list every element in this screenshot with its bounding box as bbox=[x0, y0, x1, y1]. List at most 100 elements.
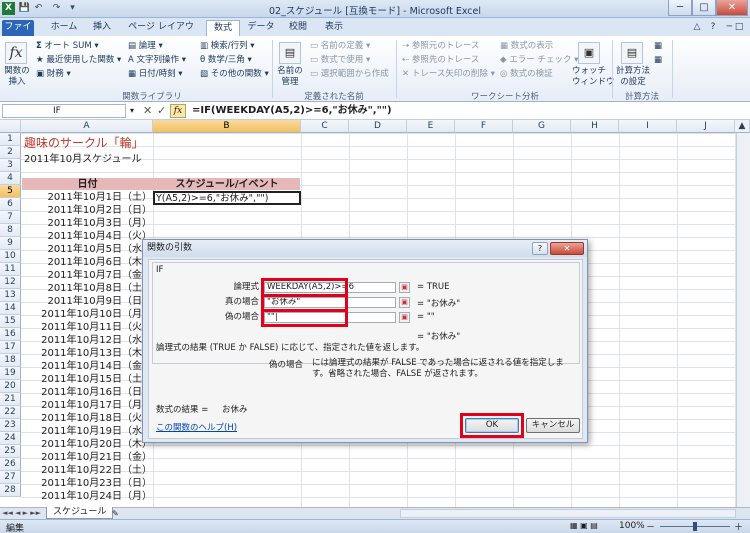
insert-function-button[interactable]: 関数の 挿入 bbox=[3, 66, 31, 88]
date-cell[interactable]: 2011年10月3日（月） bbox=[22, 217, 152, 230]
watch-window-button[interactable]: ウォッチ ウィンドウ bbox=[572, 66, 615, 88]
date-cell[interactable]: 2011年10月8日（土） bbox=[22, 282, 152, 295]
row-header[interactable]: 21 bbox=[0, 393, 21, 406]
logical-button[interactable]: ▤ 論理 ▾ bbox=[128, 41, 163, 52]
collapse-dialog-icon[interactable]: ▣ bbox=[399, 297, 410, 308]
lookup-button[interactable]: ▥ 検索/行列 ▾ bbox=[200, 41, 255, 52]
date-cell[interactable]: 2011年10月24日（月） bbox=[22, 490, 152, 503]
row-header[interactable]: 2 bbox=[0, 146, 21, 159]
cancel-button[interactable]: キャンセル bbox=[526, 418, 580, 433]
column-header-f[interactable]: F bbox=[455, 120, 513, 133]
row-header[interactable]: 9 bbox=[0, 237, 21, 250]
row-header[interactable]: 7 bbox=[0, 211, 21, 224]
date-cell[interactable]: 2011年10月14日（金） bbox=[22, 360, 152, 373]
confirm-entry-icon[interactable]: ✓ bbox=[157, 105, 166, 117]
date-cell[interactable]: 2011年10月10日（月） bbox=[22, 308, 152, 321]
tab-file[interactable]: ファイル bbox=[2, 20, 34, 47]
use-in-formula-button[interactable]: ▭ 数式で使用 ▾ bbox=[310, 55, 370, 66]
formula-input[interactable]: =IF(WEEKDAY(A5,2)>=6,"お休み","") bbox=[190, 104, 746, 118]
help-icon[interactable]: ? bbox=[706, 20, 720, 36]
function-help-link[interactable]: この関数のヘルプ(H) bbox=[156, 421, 237, 433]
row-header[interactable]: 12 bbox=[0, 276, 21, 289]
minimize-button[interactable]: ─ bbox=[668, 0, 692, 16]
zoom-slider-thumb[interactable] bbox=[693, 522, 697, 531]
fx-icon[interactable]: fx bbox=[170, 104, 186, 118]
calc-sheet-icon[interactable]: ▦ bbox=[654, 55, 662, 66]
date-cell[interactable]: 2011年10月5日（水） bbox=[22, 243, 152, 256]
date-cell[interactable]: 2011年10月19日（水） bbox=[22, 425, 152, 438]
tab-home[interactable]: ホーム bbox=[46, 20, 82, 36]
show-formulas-button[interactable]: ▦ 数式の表示 bbox=[500, 41, 553, 52]
math-button[interactable]: θ 数学/三角 ▾ bbox=[200, 55, 252, 66]
row-header[interactable]: 19 bbox=[0, 367, 21, 380]
date-cell[interactable]: 2011年10月22日（土） bbox=[22, 464, 152, 477]
date-cell[interactable]: 2011年10月7日（金） bbox=[22, 269, 152, 282]
row-header[interactable]: 11 bbox=[0, 263, 21, 276]
evaluate-formula-button[interactable]: ◎ 数式の検証 bbox=[500, 69, 553, 80]
collapse-dialog-icon[interactable]: ▣ bbox=[399, 282, 410, 293]
row-header[interactable]: 15 bbox=[0, 315, 21, 328]
date-cell[interactable]: 2011年10月2日（日） bbox=[22, 204, 152, 217]
row-header[interactable]: 18 bbox=[0, 354, 21, 367]
workbook-controls[interactable]: ─ □ ✕ bbox=[722, 20, 748, 47]
select-all-corner[interactable] bbox=[0, 120, 21, 133]
calc-options-icon[interactable]: ▤ bbox=[621, 42, 643, 64]
view-buttons[interactable]: ▦ ▣ ▤ bbox=[570, 521, 598, 530]
other-functions-button[interactable]: ▧ その他の関数 ▾ bbox=[200, 69, 269, 80]
zoom-in-button[interactable]: ＋ bbox=[734, 520, 743, 533]
column-header-b[interactable]: B bbox=[153, 120, 301, 133]
row-header[interactable]: 14 bbox=[0, 302, 21, 315]
text-button[interactable]: A 文字列操作 ▾ bbox=[128, 55, 186, 66]
column-header-j[interactable]: J bbox=[677, 120, 735, 133]
name-manager-button[interactable]: 名前の 管理 bbox=[276, 66, 304, 88]
collapse-ribbon-icon[interactable]: △ bbox=[690, 20, 704, 36]
date-cell[interactable]: 2011年10月23日（日） bbox=[22, 477, 152, 490]
row-header[interactable]: 22 bbox=[0, 406, 21, 419]
column-header-a[interactable]: A bbox=[21, 120, 153, 133]
collapse-dialog-icon[interactable]: ▣ bbox=[399, 312, 410, 323]
vertical-scroll-up-icon[interactable]: ▲ bbox=[735, 120, 750, 133]
row-header[interactable]: 10 bbox=[0, 250, 21, 263]
date-cell[interactable]: 2011年10月20日（木） bbox=[22, 438, 152, 451]
header-date[interactable]: 日付 bbox=[22, 178, 153, 191]
zoom-out-button[interactable]: － bbox=[646, 520, 655, 533]
sheet-nav-icons[interactable]: ◄◄ ◄ ► ►► bbox=[2, 508, 41, 519]
tab-review[interactable]: 校閲 bbox=[284, 20, 312, 36]
name-box-dropdown-icon[interactable]: ▾ bbox=[126, 104, 138, 118]
close-button[interactable]: ✕ bbox=[716, 0, 748, 16]
sheet-subtitle[interactable]: 2011年10月スケジュール bbox=[24, 153, 141, 166]
row-header[interactable]: 8 bbox=[0, 224, 21, 237]
row-header[interactable]: 24 bbox=[0, 432, 21, 445]
column-header-i[interactable]: I bbox=[619, 120, 677, 133]
vertical-scrollbar[interactable] bbox=[736, 133, 750, 508]
row-header[interactable]: 28 bbox=[0, 484, 21, 497]
column-header-d[interactable]: D bbox=[349, 120, 407, 133]
column-header-g[interactable]: G bbox=[513, 120, 571, 133]
tab-formulas[interactable]: 数式 bbox=[206, 20, 240, 36]
trace-precedents-button[interactable]: ⇢ 参照元のトレース bbox=[402, 41, 479, 52]
horizontal-scrollbar[interactable] bbox=[400, 509, 736, 518]
tab-insert[interactable]: 挿入 bbox=[88, 20, 116, 36]
date-cell[interactable]: 2011年10月18日（火） bbox=[22, 412, 152, 425]
dialog-title[interactable]: 関数の引数 bbox=[143, 240, 587, 257]
tab-page-layout[interactable]: ページ レイアウト bbox=[124, 20, 198, 47]
watch-window-icon[interactable]: ▣ bbox=[578, 42, 600, 64]
calc-now-icon[interactable]: ▦ bbox=[654, 41, 662, 52]
datetime-button[interactable]: ▦ 日付/時刻 ▾ bbox=[128, 69, 183, 80]
row-header[interactable]: 16 bbox=[0, 328, 21, 341]
header-event[interactable]: スケジュール/イベント bbox=[154, 178, 300, 191]
row-header[interactable]: 3 bbox=[0, 159, 21, 172]
row-header[interactable]: 17 bbox=[0, 341, 21, 354]
row-header[interactable]: 1 bbox=[0, 133, 21, 146]
active-cell-b5[interactable]: Y(A5,2)>=6,"お休み","") bbox=[153, 191, 301, 205]
row-header[interactable]: 13 bbox=[0, 289, 21, 302]
maximize-button[interactable]: □ bbox=[692, 0, 716, 16]
insert-function-icon[interactable]: fx bbox=[5, 42, 27, 64]
trace-dependents-button[interactable]: ⇠ 参照先のトレース bbox=[402, 55, 479, 66]
dialog-close-button[interactable]: ✕ bbox=[550, 242, 584, 255]
date-cell[interactable]: 2011年10月6日（木） bbox=[22, 256, 152, 269]
new-sheet-icon[interactable]: ✎ bbox=[112, 508, 119, 519]
dialog-help-button[interactable]: ? bbox=[532, 242, 548, 255]
name-manager-icon[interactable]: ▤ bbox=[279, 42, 301, 64]
row-header[interactable]: 20 bbox=[0, 380, 21, 393]
